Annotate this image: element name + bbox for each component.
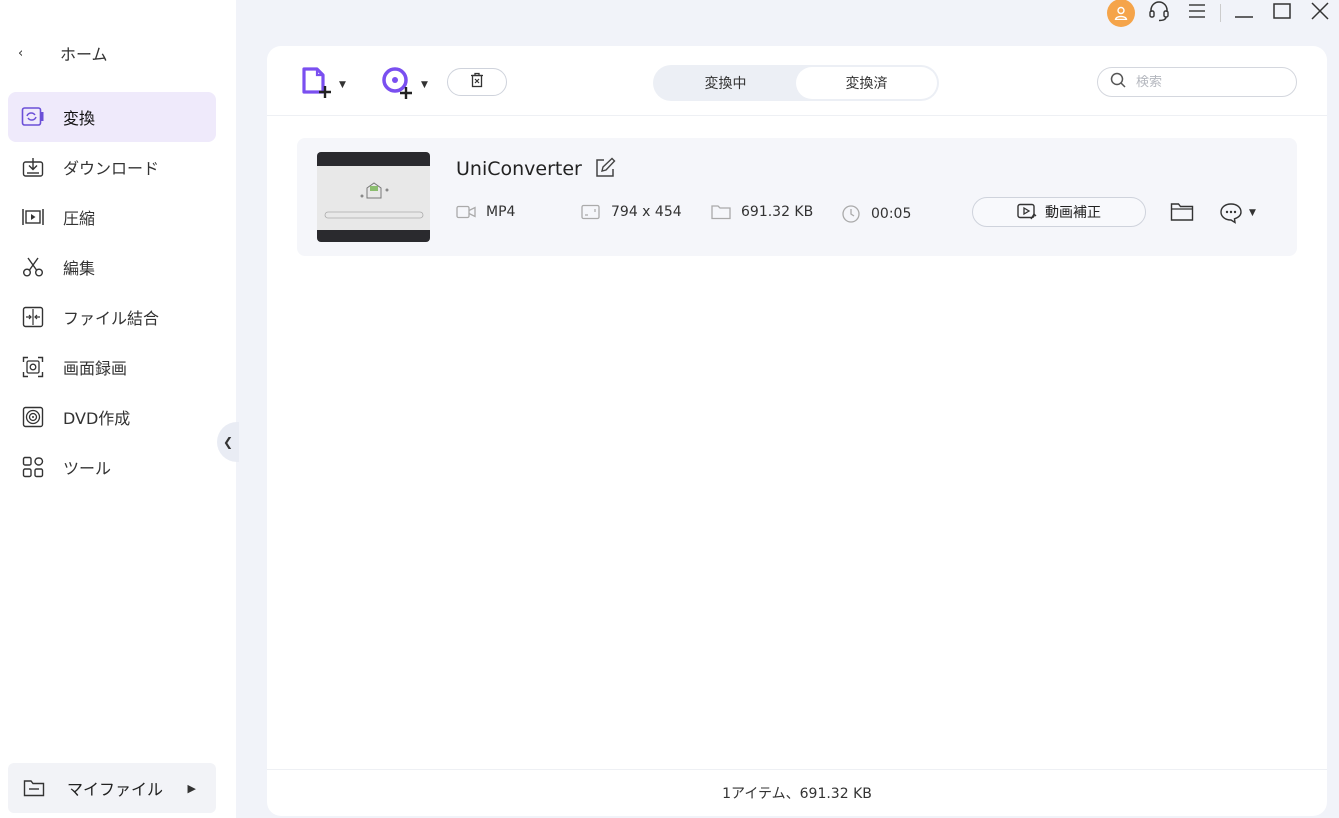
file-name: UniConverter [456, 158, 582, 180]
home-link[interactable]: ‹ ホーム [18, 38, 108, 68]
sidebar-item-screen-record[interactable]: 画面録画 [8, 342, 216, 392]
resolution-icon [581, 204, 601, 220]
sidebar-item-tools[interactable]: ツール [8, 442, 216, 492]
thumbnail-bar [317, 152, 430, 166]
folder-icon [1170, 203, 1194, 221]
minimize-button[interactable] [1225, 0, 1263, 26]
main-panel: ▼ ▼ 変換中 変換済 検索 UniConverter MP4 794 x 45… [267, 46, 1327, 816]
open-folder-button[interactable] [1170, 202, 1194, 226]
format-info: MP4 [456, 204, 515, 220]
maximize-icon [1273, 3, 1291, 23]
chevron-left-icon: ‹ [18, 45, 24, 61]
close-icon [1311, 2, 1329, 24]
close-button[interactable] [1301, 0, 1339, 26]
folder-icon [711, 204, 731, 220]
hamburger-icon [1188, 3, 1206, 23]
video-camera-icon [456, 205, 476, 219]
sidebar-item-label: 画面録画 [63, 359, 128, 378]
scissors-icon [21, 255, 45, 279]
sidebar-item-dvd[interactable]: DVD作成 [8, 392, 216, 442]
folder-icon [23, 779, 47, 797]
resolution-info: 794 x 454 [581, 204, 682, 220]
delete-button[interactable] [447, 68, 507, 96]
video-enhance-button[interactable]: 動画補正 [972, 197, 1146, 227]
minimize-icon [1235, 4, 1253, 23]
sidebar-item-label: DVD作成 [63, 409, 131, 428]
headset-icon [1148, 0, 1170, 26]
chevron-down-icon: ▼ [339, 80, 346, 90]
sidebar: ‹ ホーム 変換 ダウンロード 圧縮 編集 ファイル結合 画面録画 DVD作成 … [0, 0, 236, 818]
avatar [1107, 0, 1135, 27]
sidebar-item-label: 編集 [63, 259, 96, 278]
compress-icon [21, 205, 45, 229]
size-info: 691.32 KB [711, 204, 813, 220]
edit-icon [596, 157, 616, 177]
format-value: MP4 [486, 204, 516, 220]
merge-icon [21, 305, 45, 329]
more-chat-icon [1220, 203, 1242, 224]
sidebar-item-label: ファイル結合 [63, 309, 160, 328]
tab-converted[interactable]: 変換済 [796, 67, 937, 99]
toolbar: ▼ ▼ 変換中 変換済 [267, 46, 1327, 116]
tools-icon [21, 455, 45, 479]
more-options-button[interactable]: ▼ [1219, 202, 1256, 224]
thumbnail-preview-icon [317, 166, 430, 230]
video-thumbnail[interactable] [317, 152, 430, 242]
divider [1220, 4, 1221, 22]
search-icon [1110, 72, 1126, 92]
download-icon [21, 155, 45, 179]
my-files-label: マイファイル [67, 780, 164, 799]
dvd-icon [21, 405, 45, 429]
chevron-right-icon: ▶ [187, 781, 196, 795]
chevron-left-icon: ❮ [222, 435, 234, 449]
clock-icon [841, 204, 861, 224]
sidebar-item-label: ツール [63, 459, 112, 478]
add-disc-icon [381, 66, 415, 104]
sidebar-item-compress[interactable]: 圧縮 [8, 192, 216, 242]
add-file-button[interactable]: ▼ [301, 66, 346, 104]
convert-icon [21, 105, 45, 129]
sidebar-item-label: ダウンロード [63, 159, 160, 178]
enhance-play-icon [1017, 203, 1037, 221]
sidebar-item-edit[interactable]: 編集 [8, 242, 216, 292]
account-button[interactable] [1102, 0, 1140, 27]
thumbnail-bar [317, 230, 430, 242]
maximize-button[interactable] [1263, 0, 1301, 26]
chevron-down-icon: ▼ [421, 80, 428, 90]
sidebar-item-download[interactable]: ダウンロード [8, 142, 216, 192]
trash-icon [470, 72, 484, 92]
rename-button[interactable] [594, 157, 616, 183]
home-label: ホーム [60, 45, 108, 64]
screen-record-icon [21, 355, 45, 379]
items-summary: 1アイテム、691.32 KB [722, 786, 872, 802]
sidebar-item-label: 変換 [63, 109, 96, 128]
sidebar-item-label: 圧縮 [63, 209, 96, 228]
add-disc-button[interactable]: ▼ [381, 66, 428, 104]
menu-button[interactable] [1178, 0, 1216, 26]
sidebar-nav: 変換 ダウンロード 圧縮 編集 ファイル結合 画面録画 DVD作成 ツール [8, 92, 216, 492]
status-footer: 1アイテム、691.32 KB [267, 769, 1327, 816]
resolution-value: 794 x 454 [611, 204, 682, 220]
add-file-icon [301, 66, 333, 104]
size-value: 691.32 KB [741, 204, 814, 220]
duration-value: 00:05 [871, 206, 912, 222]
status-tabs: 変換中 変換済 [653, 65, 939, 101]
tab-converting[interactable]: 変換中 [655, 67, 796, 99]
window-controls [1102, 0, 1339, 27]
sidebar-item-convert[interactable]: 変換 [8, 92, 216, 142]
search-box [1097, 67, 1297, 97]
support-button[interactable] [1140, 0, 1178, 26]
my-files-button[interactable]: マイファイル ▶ [8, 763, 216, 813]
chevron-down-icon: ▼ [1249, 208, 1256, 218]
sidebar-item-merge[interactable]: ファイル結合 [8, 292, 216, 342]
duration-info: 00:05 [841, 204, 911, 224]
file-row[interactable]: UniConverter MP4 794 x 454 691.32 KB 00:… [297, 138, 1297, 256]
enhance-label: 動画補正 [1045, 205, 1101, 221]
search-input[interactable] [1136, 74, 1276, 90]
